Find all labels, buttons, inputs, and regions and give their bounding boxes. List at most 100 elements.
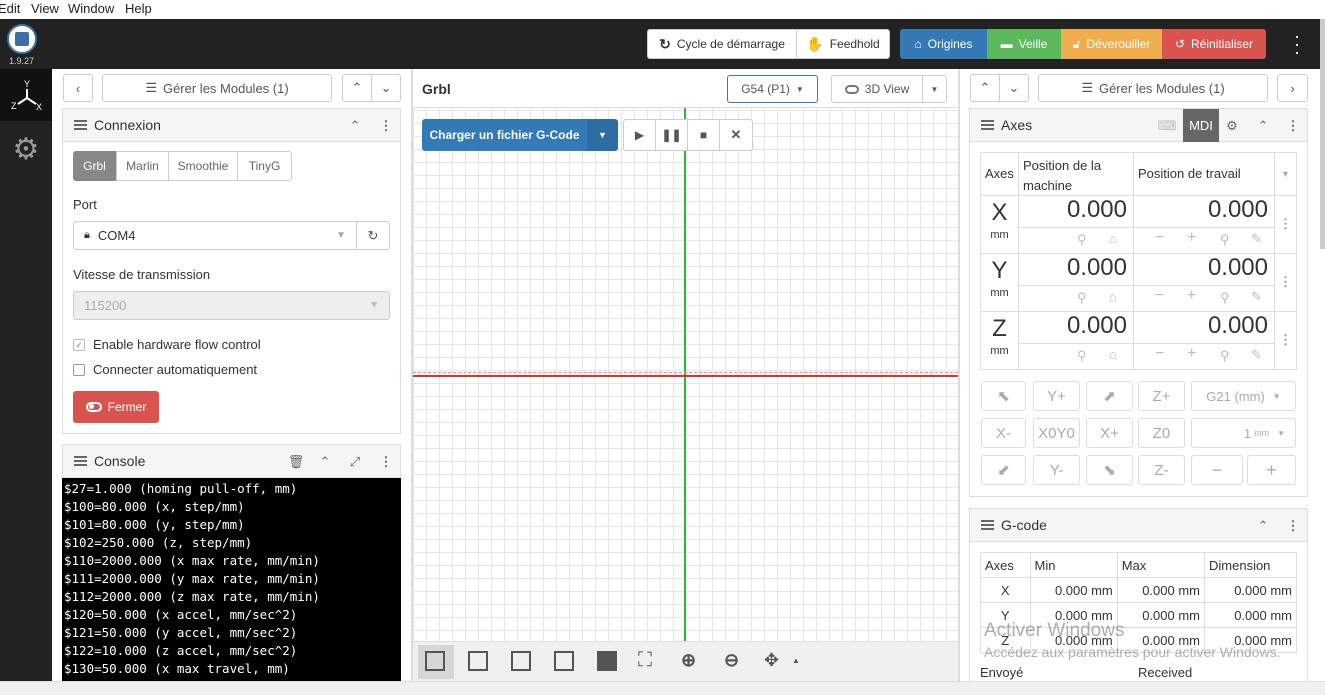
units-select[interactable]: G21 (mm) ▼	[1191, 381, 1296, 411]
axes-options-dropdown[interactable]: ▼	[1274, 152, 1297, 196]
view-options-dropdown[interactable]: ▼	[922, 75, 947, 103]
plus-icon[interactable]: +	[1187, 345, 1196, 363]
axis-row-kebab-icon[interactable]: ⋮	[1274, 253, 1297, 312]
jog-xminus-button[interactable]: X-	[981, 418, 1026, 448]
sleep-button[interactable]: ▬ Veille	[987, 29, 1061, 59]
jog-step-select[interactable]: 1 mm ▼	[1191, 418, 1296, 448]
expand-icon[interactable]: ⤢	[346, 452, 364, 472]
tab-grbl[interactable]: Grbl	[73, 151, 116, 181]
sidebar-item-workspace[interactable]: Y Z X	[0, 69, 52, 121]
kebab-icon[interactable]: ⋮	[377, 452, 395, 472]
axis-row-kebab-icon[interactable]: ⋮	[1274, 195, 1297, 254]
visualizer-canvas[interactable]	[413, 108, 958, 641]
view-3d-icon[interactable]	[425, 651, 445, 671]
app-logo-icon[interactable]	[7, 24, 37, 54]
tab-tinyg[interactable]: TinyG	[237, 151, 292, 181]
tab-marlin[interactable]: Marlin	[116, 151, 169, 181]
cycle-start-button[interactable]: ↻ Cycle de démarrage	[647, 29, 797, 59]
kebab-menu-icon[interactable]: · · ·	[1290, 27, 1304, 61]
trash-icon[interactable]: 🗑︎	[287, 452, 305, 472]
left-manage-modules-button[interactable]: ☰ Gérer les Modules (1)	[102, 74, 332, 102]
minus-icon[interactable]: −	[1155, 229, 1164, 247]
collapse-icon[interactable]: ⌃	[1253, 516, 1273, 536]
jog-zplus-button[interactable]: Z+	[1138, 381, 1185, 411]
collapse-icon[interactable]: ⌃	[316, 452, 334, 472]
keyboard-icon[interactable]: ⌨	[1154, 115, 1180, 137]
view-top-icon[interactable]	[468, 651, 488, 671]
work-position[interactable]: 0.000	[1133, 195, 1275, 228]
wcs-select[interactable]: G54 (P1) ▼	[727, 75, 818, 103]
left-scroll-down-button[interactable]: ⌄	[371, 74, 401, 102]
home-icon[interactable]: ⌂	[1109, 231, 1117, 246]
collapse-icon[interactable]: ⌃	[345, 116, 365, 136]
goto-x0y0-button[interactable]: X0Y0	[1033, 418, 1080, 448]
menu-edit[interactable]: Edit	[0, 1, 20, 16]
reset-button[interactable]: ↺ Réinitialiser	[1162, 29, 1266, 59]
edit-icon[interactable]: ✎	[1251, 289, 1262, 305]
pause-button[interactable]: ❚❚	[655, 119, 688, 151]
caret-up-icon[interactable]: ▲	[792, 656, 800, 665]
gear-icon[interactable]: ⚙	[1222, 116, 1242, 136]
edit-icon[interactable]: ✎	[1251, 347, 1262, 363]
edit-icon[interactable]: ✎	[1251, 231, 1262, 247]
jog-yplus-button[interactable]: Y+	[1033, 381, 1080, 411]
hw-flow-checkbox[interactable]: ✓	[73, 339, 85, 351]
pin-icon[interactable]: ⚲	[1077, 348, 1087, 364]
mdi-toggle[interactable]: MDI	[1183, 109, 1219, 142]
jog-xplus-yplus-button[interactable]: ⬈	[1086, 381, 1133, 411]
kebab-icon[interactable]: ⋮	[1284, 116, 1302, 136]
minus-icon[interactable]: −	[1155, 287, 1164, 305]
work-position[interactable]: 0.000	[1133, 253, 1275, 286]
console-output[interactable]: $27=1.000 (homing pull-off, mm) $100=80.0…	[62, 478, 401, 681]
left-collapse-button[interactable]: ‹	[63, 74, 93, 102]
pin-icon[interactable]: ⚲	[1220, 290, 1230, 306]
view-front-icon[interactable]	[511, 651, 531, 671]
feedhold-button[interactable]: ✋ Feedhold	[796, 29, 890, 59]
home-icon[interactable]: ⌂	[1109, 347, 1117, 362]
work-position[interactable]: 0.000	[1133, 311, 1275, 344]
fit-view-icon[interactable]: ⛶	[638, 649, 652, 672]
jog-xplus-yminus-button[interactable]: ⬊	[1086, 455, 1133, 485]
kebab-icon[interactable]: ⋮	[377, 116, 395, 136]
refresh-ports-button[interactable]: ↻	[356, 221, 390, 250]
load-gcode-button[interactable]: Charger un fichier G-Code	[422, 119, 587, 151]
pan-icon[interactable]: ✥	[764, 650, 779, 671]
tab-smoothie[interactable]: Smoothie	[168, 151, 238, 181]
jog-xplus-button[interactable]: X+	[1086, 418, 1133, 448]
zoom-in-icon[interactable]: ⊕	[681, 650, 696, 671]
home-icon[interactable]: ⌂	[1109, 289, 1117, 304]
pin-icon[interactable]: ⚲	[1220, 348, 1230, 364]
step-increase-button[interactable]: +	[1247, 455, 1296, 485]
port-select[interactable]: 🔒︎ COM4 ▼	[73, 221, 357, 250]
baud-select[interactable]: 115200 ▼	[73, 291, 390, 320]
goto-z0-button[interactable]: Z0	[1138, 418, 1185, 448]
view-3d-toggle[interactable]: 3D View	[831, 75, 923, 103]
collapse-icon[interactable]: ⌃	[1253, 116, 1273, 136]
auto-connect-checkbox[interactable]	[73, 364, 85, 376]
unlock-button[interactable]: 🔓︎ Déverouiller	[1061, 29, 1162, 59]
menu-help[interactable]: Help	[125, 1, 152, 16]
jog-zminus-button[interactable]: Z-	[1138, 455, 1185, 485]
left-scroll-up-button[interactable]: ⌃	[342, 74, 372, 102]
pin-icon[interactable]: ⚲	[1077, 232, 1087, 248]
close-connection-button[interactable]: Fermer	[73, 391, 159, 423]
minus-icon[interactable]: −	[1155, 345, 1164, 363]
page-scrollbar-thumb[interactable]	[1320, 19, 1325, 249]
pin-icon[interactable]: ⚲	[1220, 232, 1230, 248]
menu-view[interactable]: View	[31, 1, 59, 16]
pin-icon[interactable]: ⚲	[1077, 290, 1087, 306]
view-right-icon[interactable]	[597, 651, 617, 671]
plus-icon[interactable]: +	[1187, 287, 1196, 305]
axis-row-kebab-icon[interactable]: ⋮	[1274, 311, 1297, 370]
view-left-icon[interactable]	[554, 651, 574, 671]
jog-xminus-yplus-button[interactable]: ⬉	[981, 381, 1026, 411]
play-button[interactable]: ▶	[623, 119, 656, 151]
jog-xminus-yminus-button[interactable]: ⬋	[981, 455, 1026, 485]
zoom-out-icon[interactable]: ⊖	[724, 650, 739, 671]
close-gcode-button[interactable]: ✕	[719, 119, 753, 151]
load-gcode-dropdown[interactable]: ▼	[587, 119, 618, 151]
right-scroll-up-button[interactable]: ⌃	[970, 74, 1000, 102]
kebab-icon[interactable]: ⋮	[1284, 516, 1302, 536]
right-manage-modules-button[interactable]: ☰ Gérer les Modules (1)	[1038, 74, 1268, 102]
homing-button[interactable]: ⌂ Origines	[900, 29, 987, 59]
